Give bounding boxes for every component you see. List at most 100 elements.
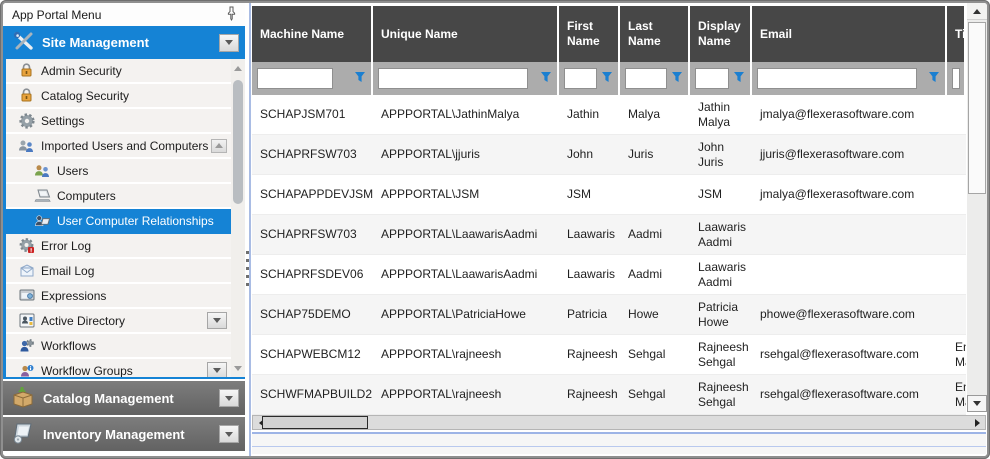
tools-icon: [13, 31, 35, 54]
scroll-down-arrow[interactable]: [231, 361, 245, 375]
filter-input-unique-name[interactable]: [378, 68, 528, 89]
computer-icon: [34, 189, 51, 202]
cell-first-name: John: [559, 135, 620, 175]
sidebar-item-users[interactable]: Users: [6, 159, 245, 184]
scrollbar-thumb[interactable]: [968, 22, 986, 194]
cell-machine-name: SCHAPRFSW703: [252, 215, 373, 255]
filter-input-machine-name[interactable]: [257, 68, 333, 89]
sidebar-item-imported-users-and-computers[interactable]: Imported Users and Computers: [6, 134, 245, 159]
cell-display-name: John Juris: [690, 135, 752, 175]
group-icon: [18, 139, 35, 153]
filter-funnel-icon[interactable]: [601, 70, 613, 88]
inventory-icon: [11, 422, 35, 447]
dropdown-button[interactable]: [207, 312, 227, 329]
sidebar-item-expressions[interactable]: Expressions: [6, 284, 245, 309]
cell-display-name: JSM: [690, 175, 752, 215]
column-header-unique-name[interactable]: Unique Name: [373, 6, 559, 62]
table-row[interactable]: SCHAPRFSW703APPPORTAL\LaawarisAadmiLaawa…: [252, 215, 966, 255]
table-row[interactable]: SCHAPRFSW703APPPORTAL\jjurisJohnJurisJoh…: [252, 135, 966, 175]
expression-icon: [18, 289, 35, 302]
sidebar-item-label: Settings: [41, 114, 84, 128]
catalog-management-dropdown-button[interactable]: [219, 389, 239, 407]
directory-card-icon: [18, 313, 35, 328]
scroll-up-arrow[interactable]: [967, 3, 987, 20]
cell-last-name: Aadmi: [620, 215, 690, 255]
envelope-icon: [18, 264, 35, 277]
cell-last-name: Howe: [620, 295, 690, 335]
lock-icon: [18, 63, 35, 78]
cell-last-name: Aadmi: [620, 255, 690, 295]
sidebar-item-error-log[interactable]: Error Log: [6, 234, 245, 259]
section-site-management[interactable]: Site Management: [3, 26, 245, 59]
scroll-right-arrow[interactable]: [969, 416, 985, 429]
sidebar-item-label: Workflow Groups: [41, 364, 133, 378]
filter-input-first-name[interactable]: [564, 68, 597, 89]
app-window: App Portal Menu Site Management: [0, 0, 990, 459]
column-header-last-name[interactable]: Last Name: [620, 6, 690, 62]
pin-icon[interactable]: [226, 6, 237, 24]
collapse-button[interactable]: [211, 139, 227, 153]
cell-email: phowe@flexerasoftware.com: [752, 295, 947, 335]
cell-last-name: [620, 175, 690, 215]
column-header-title[interactable]: Title: [947, 6, 966, 62]
data-grid: Machine NameUnique NameFirst NameLast Na…: [252, 6, 986, 415]
scroll-down-arrow[interactable]: [967, 395, 987, 412]
scrollbar-thumb[interactable]: [233, 80, 243, 204]
dropdown-button[interactable]: [207, 362, 227, 379]
sidebar-titlebar: App Portal Menu: [3, 3, 245, 26]
column-header-machine-name[interactable]: Machine Name: [252, 6, 373, 62]
cell-last-name: Juris: [620, 135, 690, 175]
sidebar-item-email-log[interactable]: Email Log: [6, 259, 245, 284]
workflow-group-icon: [18, 364, 35, 378]
filter-input-display-name[interactable]: [695, 68, 729, 89]
table-row[interactable]: SCHWFMAPBUILD2APPPORTAL\rajneeshRajneesh…: [252, 375, 966, 415]
cell-unique-name: APPPORTAL\JSM: [373, 175, 559, 215]
grid-horizontal-scrollbar[interactable]: [252, 415, 986, 430]
column-header-email[interactable]: Email: [752, 6, 947, 62]
sidebar-item-active-directory[interactable]: Active Directory: [6, 309, 245, 334]
scrollbar-thumb[interactable]: [262, 416, 368, 429]
sidebar-item-settings[interactable]: Settings: [6, 109, 245, 134]
sidebar-item-catalog-security[interactable]: Catalog Security: [6, 84, 245, 109]
sidebar: App Portal Menu Site Management: [3, 3, 245, 456]
sidebar-item-computers[interactable]: Computers: [6, 184, 245, 209]
filter-cell: [373, 62, 559, 95]
filter-input-last-name[interactable]: [625, 68, 667, 89]
column-header-first-name[interactable]: First Name: [559, 6, 620, 62]
sidebar-item-workflow-groups[interactable]: Workflow Groups: [6, 359, 245, 379]
table-row[interactable]: SCHAP75DEMOAPPPORTAL\PatriciaHowePatrici…: [252, 295, 966, 335]
sidebar-item-admin-security[interactable]: Admin Security: [6, 59, 245, 84]
filter-funnel-icon[interactable]: [540, 70, 552, 88]
table-row[interactable]: SCHAPAPPDEVJSMAPPPORTAL\JSMJSMJSMjmalya@…: [252, 175, 966, 215]
cell-unique-name: APPPORTAL\LaawarisAadmi: [373, 255, 559, 295]
section-inventory-management[interactable]: Inventory Management: [3, 417, 245, 451]
filter-funnel-icon[interactable]: [928, 70, 940, 88]
filter-funnel-icon[interactable]: [354, 70, 366, 88]
sidebar-scrollbar[interactable]: [231, 59, 245, 377]
cell-machine-name: SCHAPAPPDEVJSM: [252, 175, 373, 215]
filter-funnel-icon[interactable]: [671, 70, 683, 88]
site-management-menu: Admin SecurityCatalog Security Settings Im…: [3, 59, 245, 379]
table-row[interactable]: SCHAPWEBCM12APPPORTAL\rajneeshRajneeshSe…: [252, 335, 966, 375]
grid-vertical-scrollbar[interactable]: [967, 3, 987, 412]
package-icon: [11, 386, 35, 411]
filter-input-title[interactable]: [952, 68, 960, 89]
sidebar-item-workflows[interactable]: Workflows: [6, 334, 245, 359]
sidebar-item-user-computer-relationships[interactable]: User Computer Relationships: [6, 209, 245, 234]
site-management-dropdown-button[interactable]: [219, 34, 239, 52]
inventory-management-dropdown-button[interactable]: [219, 425, 239, 443]
cell-first-name: Laawaris: [559, 255, 620, 295]
table-row[interactable]: SCHAPJSM701APPPORTAL\JathinMalyaJathinMa…: [252, 95, 966, 135]
filter-input-email[interactable]: [757, 68, 917, 89]
gear-icon: [18, 113, 35, 129]
cell-email: rsehgal@flexerasoftware.com: [752, 375, 947, 415]
column-header-display-name[interactable]: Display Name: [690, 6, 752, 62]
table-row[interactable]: SCHAPRFSDEV06APPPORTAL\LaawarisAadmiLaaw…: [252, 255, 966, 295]
sidebar-item-label: Expressions: [41, 289, 106, 303]
cell-first-name: JSM: [559, 175, 620, 215]
scroll-up-arrow[interactable]: [231, 61, 245, 75]
filter-funnel-icon[interactable]: [733, 70, 745, 88]
filter-cell: [690, 62, 752, 95]
section-catalog-management[interactable]: Catalog Management: [3, 381, 245, 415]
grid-header-row: Machine NameUnique NameFirst NameLast Na…: [252, 6, 966, 62]
